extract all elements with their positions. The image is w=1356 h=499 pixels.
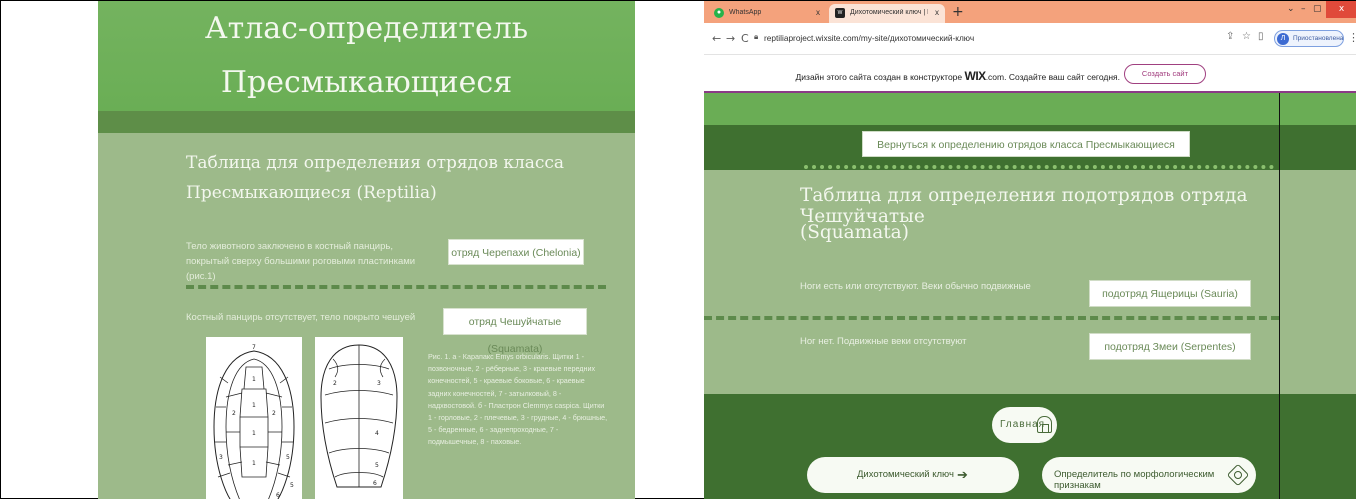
profile-button[interactable]: Л Приостановлена <box>1274 30 1344 47</box>
carapace-drawing: 7 1 1 2 2 1 3 5 1 5 6 <box>213 344 295 499</box>
page: Атлас-определитель Пресмыкающиеся Таблиц… <box>0 0 1356 499</box>
url-field[interactable]: reptiliaproject.wixsite.com/my-site/дихо… <box>764 33 974 43</box>
back-arrow-icon[interactable]: ← <box>712 32 721 45</box>
back-to-orders-button[interactable]: Вернуться к определению отрядов класса П… <box>862 131 1190 157</box>
svg-text:6: 6 <box>373 480 377 487</box>
maximize-button[interactable]: ▢ <box>1313 4 1322 14</box>
chelonia-button[interactable]: отряд Черепахи (Chelonia) <box>448 239 584 265</box>
svg-text:1: 1 <box>252 376 256 383</box>
hero-banner: Атлас-определитель Пресмыкающиеся <box>98 1 635 111</box>
hero-title-line1: Атлас-определитель <box>204 11 529 46</box>
left-site-screenshot: Атлас-определитель Пресмыкающиеся Таблиц… <box>98 1 635 499</box>
tab-dichotomous-key[interactable]: W Дихотомический ключ | Пресм x <box>829 4 945 23</box>
svg-text:1: 1 <box>252 460 256 467</box>
svg-text:2: 2 <box>333 380 337 387</box>
serpentes-button[interactable]: подотряд Змеи (Serpentes) <box>1089 333 1251 360</box>
svg-text:3: 3 <box>377 380 381 387</box>
whatsapp-icon: ● <box>714 8 724 18</box>
dashed-divider <box>704 316 1279 320</box>
row2-description: Ног нет. Подвижные веки отсутствуют <box>800 336 967 347</box>
plastron-drawing: 2 3 4 5 6 <box>320 344 398 488</box>
tab-label: Дихотомический ключ | Пресм <box>850 9 928 16</box>
bookmark-star-icon[interactable]: ☆ <box>1242 31 1251 42</box>
side-panel-icon[interactable]: ▯ <box>1258 31 1264 42</box>
tab-bar: ● WhatsApp x W Дихотомический ключ | Пре… <box>704 1 1356 23</box>
wix-promo-text: Дизайн этого сайта создан в конструкторе… <box>704 69 1120 83</box>
dashed-divider <box>186 285 606 289</box>
svg-text:7: 7 <box>252 344 256 351</box>
home-button[interactable]: Главная <box>992 407 1057 443</box>
close-icon[interactable]: x <box>816 8 820 17</box>
avatar: Л <box>1277 33 1289 45</box>
forward-arrow-icon[interactable]: → <box>726 32 735 45</box>
svg-text:5: 5 <box>375 462 379 469</box>
tab-whatsapp[interactable]: ● WhatsApp x <box>708 4 826 23</box>
carapace-figure: 7 1 1 2 2 1 3 5 1 5 6 <box>206 337 302 499</box>
plastron-figure: 2 3 4 5 6 <box>315 337 403 499</box>
row2-description: Костный панцирь отсутствует, тело покрыт… <box>186 312 416 323</box>
hero-band <box>98 111 635 133</box>
svg-text:2: 2 <box>272 410 276 417</box>
minimize-button[interactable]: – <box>1301 4 1306 14</box>
table-title-line1: Таблица для определения отрядов класса <box>186 153 565 173</box>
row1-description: Ноги есть или отсутствуют. Веки обычно п… <box>800 281 1031 292</box>
tab-search-icon[interactable]: ⌄ <box>1287 4 1295 14</box>
squamata-button[interactable]: отряд Чешуйчатые (Squamata) <box>443 308 587 355</box>
svg-text:2: 2 <box>232 410 236 417</box>
svg-text:4: 4 <box>375 430 379 437</box>
dichotomous-key-button[interactable]: Дихотомический ключ ➔ <box>807 457 1019 493</box>
hero-title-line2: Пресмыкающиеся <box>220 65 513 100</box>
profile-status-label: Приостановлена <box>1293 35 1344 42</box>
more-menu-icon[interactable]: ⋮ <box>1348 31 1356 44</box>
site-header-band <box>704 93 1356 125</box>
create-site-button[interactable]: Создать сайт <box>1124 64 1206 84</box>
svg-text:1: 1 <box>252 402 256 409</box>
tab-label: WhatsApp <box>729 9 762 16</box>
new-tab-button[interactable]: + <box>952 4 964 20</box>
morphology-identifier-label: Определитель по морфологическим признака… <box>1054 469 1215 491</box>
wix-promo-banner: Дизайн этого сайта создан в конструкторе… <box>704 56 1356 93</box>
reload-icon[interactable]: C <box>741 32 749 45</box>
scrollbar[interactable] <box>1279 93 1280 499</box>
lock-icon[interactable]: 🔒︎ <box>754 32 758 42</box>
arrow-right-icon: ➔ <box>957 467 968 482</box>
svg-text:6: 6 <box>276 492 280 499</box>
sauria-button[interactable]: подотряд Ящерицы (Sauria) <box>1089 280 1251 307</box>
wix-icon: W <box>835 8 845 18</box>
address-bar: ← → C 🔒︎ reptiliaproject.wixsite.com/my-… <box>704 23 1356 55</box>
close-icon[interactable]: x <box>935 8 939 17</box>
table-title-line2: Пресмыкающиеся (Reptilia) <box>186 183 437 203</box>
share-icon[interactable]: ⇪ <box>1226 31 1234 42</box>
wix-logo: WIX <box>964 69 987 83</box>
svg-text:1: 1 <box>252 430 256 437</box>
svg-text:5: 5 <box>286 454 290 461</box>
dichotomous-key-label: Дихотомический ключ <box>857 469 954 480</box>
browser-window: ● WhatsApp x W Дихотомический ключ | Пре… <box>704 1 1356 499</box>
table-title-line2: (Squamata) <box>800 222 909 243</box>
wix-promo-text-before: Дизайн этого сайта создан в конструкторе <box>795 72 963 82</box>
dotted-divider <box>804 165 1274 169</box>
window-close-button[interactable]: x <box>1326 1 1356 18</box>
figure-caption: Рис. 1. а - Карапакс Emys orbicularis. Щ… <box>428 352 608 447</box>
home-icon <box>1037 416 1052 433</box>
svg-text:3: 3 <box>219 454 223 461</box>
wix-promo-text-after: .com. Создайте ваш сайт сегодня. <box>985 72 1120 82</box>
svg-text:5: 5 <box>290 482 294 489</box>
row1-description: Тело животного заключено в костный панци… <box>186 241 416 282</box>
table-title-line1: Таблица для определения подотрядов отряд… <box>800 185 1248 227</box>
morphology-identifier-button[interactable]: Определитель по морфологическим признака… <box>1042 457 1256 493</box>
